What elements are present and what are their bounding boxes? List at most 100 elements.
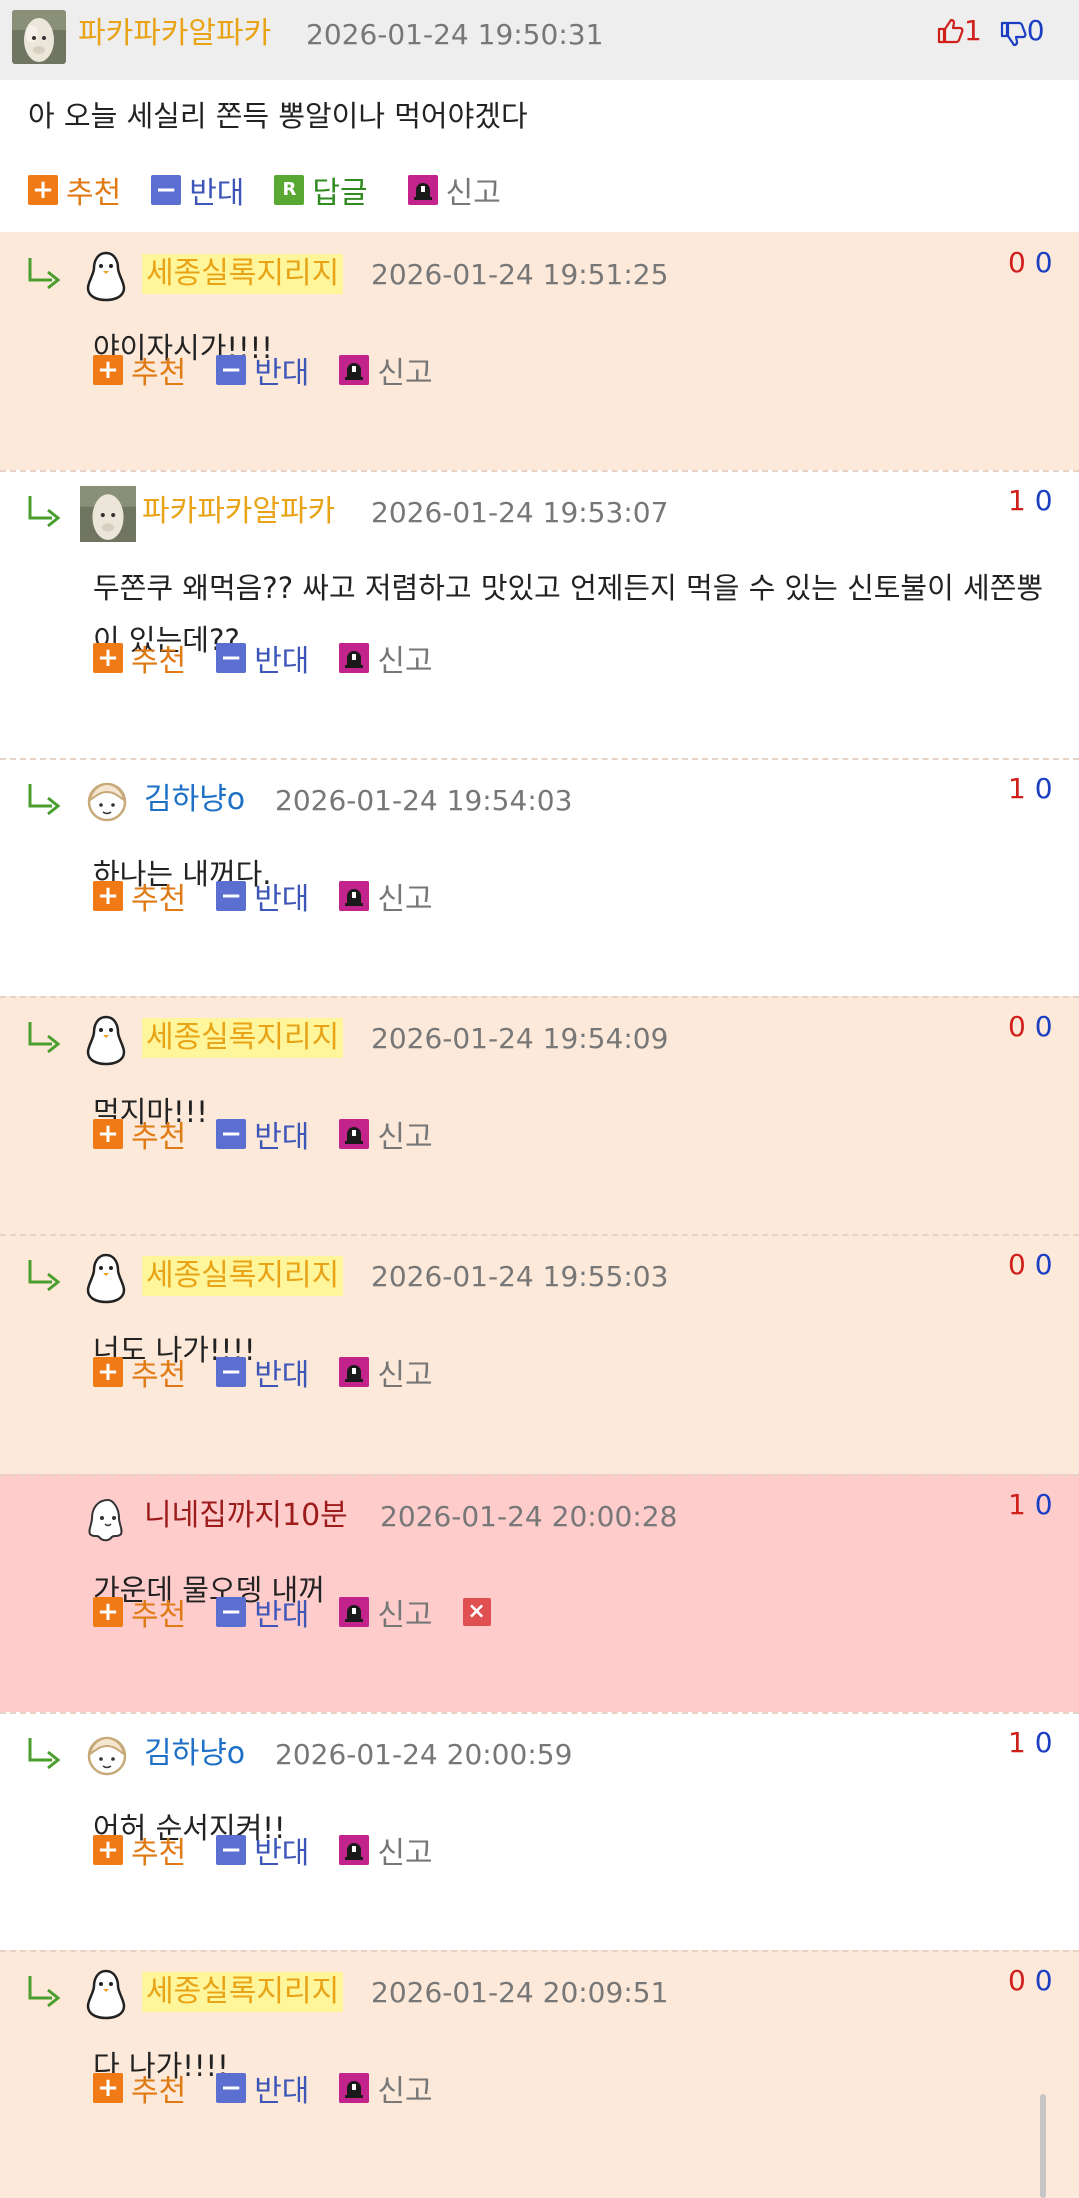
recommend-button[interactable]: + 추천 bbox=[28, 168, 121, 212]
report-button[interactable]: 신고 bbox=[339, 1590, 433, 1634]
author-avatar[interactable] bbox=[12, 10, 66, 64]
reply-arrow-icon bbox=[24, 1732, 64, 1772]
report-button[interactable]: 신고 bbox=[339, 2066, 433, 2110]
comment-down-count[interactable]: 0 bbox=[1035, 484, 1053, 517]
thumbs-up-icon[interactable] bbox=[936, 17, 964, 45]
ghost-avatar-icon[interactable] bbox=[86, 1496, 130, 1546]
comment-timestamp: 2026-01-24 19:55:03 bbox=[371, 1260, 669, 1293]
plus-icon: + bbox=[93, 2073, 123, 2103]
comment-votes: 0 0 bbox=[1008, 246, 1053, 280]
recommend-button[interactable]: + 추천 bbox=[93, 874, 186, 918]
oppose-button[interactable]: − 반대 bbox=[216, 348, 309, 392]
oppose-button[interactable]: − 반대 bbox=[216, 1112, 309, 1156]
comment-down-count[interactable]: 0 bbox=[1035, 772, 1053, 805]
comment-up-count[interactable]: 0 bbox=[1008, 246, 1026, 279]
thumbs-down-icon[interactable] bbox=[999, 20, 1027, 48]
penguin-avatar-icon[interactable] bbox=[86, 250, 126, 306]
report-button[interactable]: 신고 bbox=[339, 1828, 433, 1872]
comment: 파카파카알파카 2026-01-24 19:53:07 1 0 두쫀쿠 왜먹음?? 싸… bbox=[0, 470, 1079, 758]
post-author-name[interactable]: 파카파카알파카 bbox=[78, 14, 271, 54]
comment-down-count[interactable]: 0 bbox=[1035, 1010, 1053, 1043]
report-button[interactable]: 신고 bbox=[339, 1112, 433, 1156]
comment-down-count[interactable]: 0 bbox=[1035, 1964, 1053, 1997]
comment-timestamp: 2026-01-24 19:54:09 bbox=[371, 1022, 669, 1055]
recommend-button[interactable]: + 추천 bbox=[93, 1350, 186, 1394]
comment-author-name[interactable]: 니네집까지10분 bbox=[144, 1496, 348, 1536]
reply-button[interactable]: R 답글 bbox=[274, 168, 368, 212]
comment-votes: 1 0 bbox=[1008, 772, 1053, 806]
delete-button[interactable]: × bbox=[462, 1598, 499, 1626]
comment-up-count[interactable]: 0 bbox=[1008, 1010, 1026, 1043]
penguin-avatar-icon[interactable] bbox=[86, 1252, 126, 1308]
comment-up-count[interactable]: 1 bbox=[1008, 1726, 1026, 1759]
scrollbar[interactable] bbox=[1040, 2094, 1046, 2198]
oppose-button[interactable]: − 반대 bbox=[151, 168, 244, 212]
oppose-button[interactable]: − 반대 bbox=[216, 1828, 309, 1872]
comment-down-count[interactable]: 0 bbox=[1035, 246, 1053, 279]
report-button[interactable]: 신고 bbox=[339, 1350, 433, 1394]
plus-icon: + bbox=[93, 881, 123, 911]
report-button[interactable]: 신고 bbox=[339, 636, 433, 680]
siren-icon bbox=[339, 2073, 370, 2103]
delete-icon: × bbox=[462, 1598, 491, 1626]
oppose-button[interactable]: − 반대 bbox=[216, 874, 309, 918]
oppose-button[interactable]: − 반대 bbox=[216, 2066, 309, 2110]
comment-author-name[interactable]: 파카파카알파카 bbox=[142, 492, 335, 532]
girl-avatar-icon[interactable] bbox=[82, 778, 132, 828]
comment-author-name[interactable]: 세종실록지리지 bbox=[142, 254, 344, 294]
oppose-button[interactable]: − 반대 bbox=[216, 1350, 309, 1394]
recommend-button[interactable]: + 추천 bbox=[93, 348, 186, 392]
comment-down-count[interactable]: 0 bbox=[1035, 1248, 1053, 1281]
minus-icon: − bbox=[216, 1835, 247, 1865]
comment-actions: + 추천 − 반대 신고 bbox=[93, 636, 463, 680]
siren-icon bbox=[339, 881, 370, 911]
reply-icon: R bbox=[274, 175, 305, 205]
penguin-avatar-icon[interactable] bbox=[86, 1968, 126, 2024]
comment-author-name[interactable]: 김하냥o bbox=[144, 780, 245, 820]
reply-arrow-icon bbox=[24, 490, 64, 530]
comment-up-count[interactable]: 1 bbox=[1008, 484, 1026, 517]
comment-author-name[interactable]: 세종실록지리지 bbox=[142, 1972, 344, 2012]
oppose-button[interactable]: − 반대 bbox=[216, 636, 309, 680]
comment-author-name[interactable]: 세종실록지리지 bbox=[142, 1018, 344, 1058]
siren-icon bbox=[339, 1357, 370, 1387]
recommend-button[interactable]: + 추천 bbox=[93, 636, 186, 680]
comment-up-count[interactable]: 1 bbox=[1008, 772, 1026, 805]
recommend-button[interactable]: + 추천 bbox=[93, 2066, 186, 2110]
reply-arrow-icon bbox=[24, 1970, 64, 2010]
comment-votes: 1 0 bbox=[1008, 484, 1053, 518]
post-like-count: 1 bbox=[964, 14, 982, 47]
recommend-button[interactable]: + 추천 bbox=[93, 1828, 186, 1872]
comment-actions: + 추천 − 반대 신고 bbox=[93, 1112, 463, 1156]
comment-divider bbox=[0, 1234, 1079, 1236]
alpaca-avatar-icon[interactable] bbox=[80, 486, 136, 546]
comment-author-name[interactable]: 김하냥o bbox=[144, 1734, 245, 1774]
comment-divider bbox=[0, 1474, 1079, 1476]
post-header: 파카파카알파카 2026-01-24 19:50:31 1 0 bbox=[0, 0, 1079, 80]
comment-divider bbox=[0, 996, 1079, 998]
comment-up-count[interactable]: 0 bbox=[1008, 1964, 1026, 1997]
comment-actions: + 추천 − 반대 신고 bbox=[93, 2066, 463, 2110]
penguin-avatar-icon[interactable] bbox=[86, 1014, 126, 1070]
comment-up-count[interactable]: 1 bbox=[1008, 1488, 1026, 1521]
report-button[interactable]: 신고 bbox=[339, 874, 433, 918]
comment-divider bbox=[0, 1950, 1079, 1952]
siren-icon bbox=[339, 643, 370, 673]
minus-icon: − bbox=[216, 1357, 247, 1387]
comment: 세종실록지리지 2026-01-24 19:54:09 0 0 먹지마!!! + 추천 … bbox=[0, 996, 1079, 1234]
report-button[interactable]: 신고 bbox=[339, 348, 433, 392]
girl-avatar-icon[interactable] bbox=[82, 1732, 132, 1782]
plus-icon: + bbox=[93, 1119, 123, 1149]
recommend-button[interactable]: + 추천 bbox=[93, 1112, 186, 1156]
comment-timestamp: 2026-01-24 20:00:28 bbox=[380, 1500, 678, 1533]
report-button[interactable]: 신고 bbox=[407, 168, 501, 212]
oppose-button[interactable]: − 반대 bbox=[216, 1590, 309, 1634]
comment: 니네집까지10분 2026-01-24 20:00:28 1 0 가운데 물오뎅 내꺼… bbox=[0, 1474, 1079, 1712]
comment-author-name[interactable]: 세종실록지리지 bbox=[142, 1256, 344, 1296]
comment-up-count[interactable]: 0 bbox=[1008, 1248, 1026, 1281]
post-body: 아 오늘 세실리 쫀득 뽕알이나 먹어야겠다 + 추천 − 반대 R 답글 신고 bbox=[0, 80, 1079, 232]
comment-down-count[interactable]: 0 bbox=[1035, 1488, 1053, 1521]
plus-icon: + bbox=[93, 1835, 123, 1865]
recommend-button[interactable]: + 추천 bbox=[93, 1590, 186, 1634]
comment-down-count[interactable]: 0 bbox=[1035, 1726, 1053, 1759]
